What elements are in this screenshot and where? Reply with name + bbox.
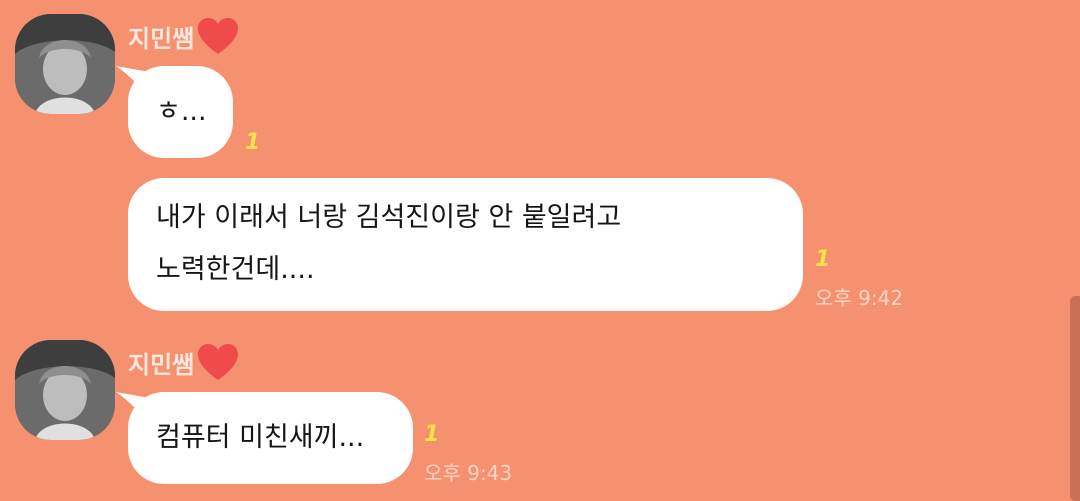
message-text: 컴퓨터 미친새끼... <box>156 422 365 453</box>
sender-avatar[interactable] <box>15 14 115 114</box>
unread-count: 1 <box>424 422 440 447</box>
message-bubble[interactable]: 컴퓨터 미친새끼... <box>116 392 413 484</box>
message-time: 오후 9:42 <box>815 286 904 310</box>
sender-name: 지민쌤 <box>128 16 240 56</box>
bubble-tail <box>116 66 150 100</box>
avatar-photo <box>15 340 115 440</box>
message-bubble[interactable]: 내가 이래서 너랑 김석진이랑 안 붙일려고 노력한건데.... <box>128 178 803 311</box>
message-text: ㅎ... <box>156 96 207 127</box>
sender-name-text: 지민쌤 <box>128 24 195 53</box>
unread-count: 1 <box>245 130 261 155</box>
sender-name: 지민쌤 <box>128 342 240 382</box>
message-bubble[interactable]: ㅎ... <box>116 66 233 158</box>
heart-icon <box>196 16 240 56</box>
sender-name-text: 지민쌤 <box>128 350 195 379</box>
chat-area: 지민쌤 ㅎ... 1 내가 이래서 너랑 김석진이랑 안 붙일려고 노력한건데.… <box>0 0 1080 501</box>
message-text: 내가 이래서 너랑 김석진이랑 안 붙일려고 노력한건데.... <box>156 202 622 285</box>
heart-icon <box>196 342 240 382</box>
unread-count: 1 <box>815 247 831 272</box>
bubble-tail <box>116 392 150 426</box>
avatar-photo <box>15 14 115 114</box>
scrollbar[interactable] <box>1070 296 1080 501</box>
message-time: 오후 9:43 <box>424 461 513 485</box>
sender-avatar[interactable] <box>15 340 115 440</box>
